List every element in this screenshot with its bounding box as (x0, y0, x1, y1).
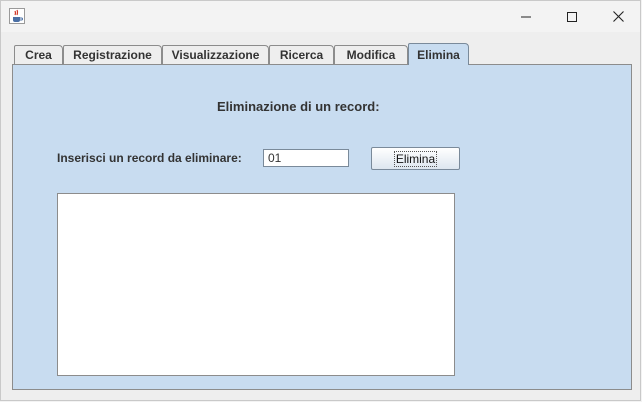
title-bar[interactable] (1, 1, 640, 32)
elimina-button-label: Elimina (393, 150, 438, 167)
elimina-button[interactable]: Elimina (371, 147, 460, 170)
java-cup-icon[interactable] (9, 8, 25, 24)
close-icon (612, 7, 624, 26)
tab-elimina[interactable]: Elimina (408, 43, 469, 65)
tab-crea[interactable]: Crea (14, 45, 63, 64)
result-text-area[interactable] (57, 193, 455, 376)
tab-modifica[interactable]: Modifica (334, 45, 408, 64)
tab-registrazione[interactable]: Registrazione (63, 45, 162, 64)
app-window: Crea Registrazione Visualizzazione Ricer… (0, 0, 641, 401)
close-button[interactable] (595, 1, 640, 32)
minimize-icon (521, 7, 531, 26)
record-input-label: Inserisci un record da eliminare: (57, 151, 242, 165)
tab-ricerca[interactable]: Ricerca (269, 45, 334, 64)
panel-heading: Eliminazione di un record: (217, 99, 380, 114)
elimina-panel: Eliminazione di un record: Inserisci un … (12, 64, 632, 390)
maximize-button[interactable] (549, 1, 595, 32)
minimize-button[interactable] (503, 1, 549, 32)
tab-visualizzazione[interactable]: Visualizzazione (162, 45, 269, 64)
maximize-icon (567, 7, 577, 26)
record-input[interactable] (263, 149, 349, 167)
